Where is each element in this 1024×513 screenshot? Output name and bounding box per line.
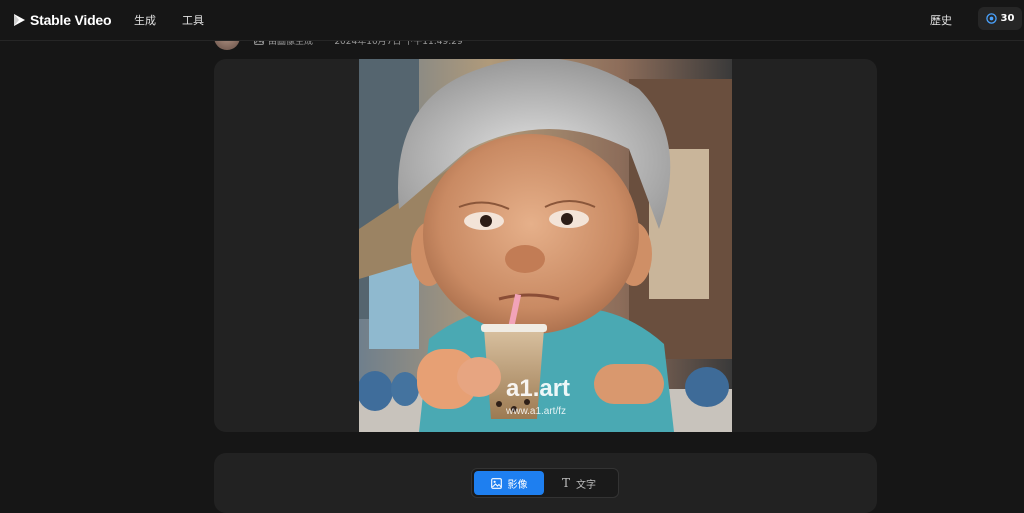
text-icon: T [561,476,570,490]
nav-history[interactable]: 歷史 [930,12,952,28]
tab-text-mode[interactable]: T 文字 [544,471,614,495]
brand-name: Stable Video [30,12,112,28]
watermark-main: a1.art [506,375,570,402]
nav-generate[interactable]: 生成 [134,12,156,28]
generated-image-illustration: a1.art www.a1.art/fz [359,59,732,432]
prompt-card: 影像 T 文字 [214,453,877,513]
media-preview-card: a1.art www.a1.art/fz [214,59,877,432]
tab-image-label: 影像 [507,479,528,491]
tab-text-label: 文字 [576,479,596,491]
credits-count: 30 [1000,13,1015,24]
brand-logo-link[interactable]: Stable Video [12,10,112,30]
generated-image[interactable]: a1.art www.a1.art/fz [359,59,732,432]
credits-button[interactable]: 30 [978,7,1022,30]
play-logo-icon [14,14,25,26]
tab-image-mode[interactable]: 影像 [474,471,544,495]
credits-coin-icon [985,13,997,24]
input-mode-toggle: 影像 T 文字 [471,468,619,498]
nav-tools[interactable]: 工具 [182,12,204,28]
image-icon [490,477,502,489]
top-bar: Stable Video 生成 工具 歷史 30 [0,0,1024,41]
watermark-url: www.a1.art/fz [505,406,566,417]
